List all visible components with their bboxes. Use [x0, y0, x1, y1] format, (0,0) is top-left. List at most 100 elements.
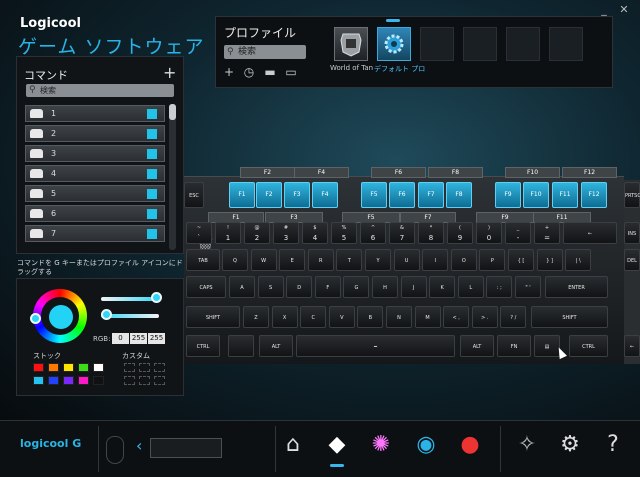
rgb-g-field[interactable]: 255 [130, 333, 147, 344]
letter-key[interactable]: W [250, 249, 277, 271]
letter-key[interactable]: K [429, 276, 456, 298]
profile-slot-world-of-tanks[interactable] [334, 27, 368, 61]
stock-swatch[interactable] [78, 376, 89, 385]
ins-key[interactable]: INS [624, 222, 640, 244]
g-key-8[interactable]: F8 [446, 182, 472, 208]
g-key-6[interactable]: F6 [389, 182, 415, 208]
clock-icon[interactable]: ◷ [242, 65, 256, 79]
letter-key[interactable]: Z [243, 306, 269, 328]
letter-key[interactable]: Y [365, 249, 391, 271]
rgb-r-field[interactable]: 0 [112, 333, 129, 344]
g-key-icon[interactable]: ◆ [320, 430, 354, 460]
command-item[interactable]: 7 [25, 225, 165, 242]
heatmap-icon[interactable]: ● [453, 430, 487, 460]
letter-key[interactable]: S [257, 276, 284, 298]
letter-key[interactable]: " ' [515, 276, 541, 298]
profile-slot-empty-3[interactable] [506, 27, 540, 61]
custom-swatch[interactable] [124, 363, 135, 372]
stock-swatch[interactable] [48, 363, 59, 372]
add-command-button[interactable]: + [163, 63, 176, 82]
custom-swatch[interactable] [154, 376, 165, 385]
stock-swatch[interactable] [93, 376, 104, 385]
esc-key[interactable]: ESC [184, 182, 204, 208]
profile-slot-default[interactable] [377, 27, 411, 61]
number-key[interactable]: $4 [302, 222, 328, 244]
custom-swatch[interactable] [154, 363, 165, 372]
letter-key[interactable]: P [479, 249, 506, 271]
letter-key[interactable]: < , [443, 306, 470, 328]
stock-swatch[interactable] [33, 376, 44, 385]
g-key-11[interactable]: F11 [552, 182, 578, 208]
letter-key[interactable]: C [300, 306, 327, 328]
chevron-left-icon[interactable]: ‹ [136, 436, 142, 455]
profile-search-input[interactable]: ⚲ 検索 [224, 45, 306, 59]
command-item[interactable]: 6 [25, 205, 165, 222]
g-key-5[interactable]: F5 [361, 182, 387, 208]
stock-swatch[interactable] [63, 363, 74, 372]
letter-key[interactable]: { [ [508, 249, 534, 271]
profile-slot-empty-1[interactable] [420, 27, 454, 61]
g-key-9[interactable]: F9 [495, 182, 521, 208]
g-key-4[interactable]: F4 [312, 182, 338, 208]
letter-key[interactable]: L [457, 276, 484, 298]
number-key[interactable]: _ - [505, 222, 531, 244]
letter-key[interactable]: B [357, 306, 384, 328]
command-scrollbar[interactable] [169, 104, 176, 250]
ctrl-key[interactable]: CTRL [186, 335, 220, 357]
letter-key[interactable]: M [414, 306, 441, 328]
g-key-12[interactable]: F12 [581, 182, 607, 208]
number-key[interactable]: (9 [447, 222, 473, 244]
letter-key[interactable]: U [393, 249, 420, 271]
letter-key[interactable]: I [422, 249, 449, 271]
del-key[interactable]: DEL [624, 249, 640, 271]
command-item[interactable]: 1 [25, 105, 165, 122]
number-key[interactable]: % 5 [331, 222, 357, 244]
caps-key[interactable]: CAPS [186, 276, 226, 298]
prtsc-key[interactable]: PRTSC [624, 182, 640, 208]
number-key[interactable]: @2 [244, 222, 270, 244]
letter-key[interactable]: ? / [500, 306, 527, 328]
profile-slot-empty-2[interactable] [463, 27, 497, 61]
letter-key[interactable]: D [286, 276, 313, 298]
letter-key[interactable]: R [307, 249, 334, 271]
home-icon[interactable]: ⌂ [276, 430, 310, 460]
g-key-1[interactable]: F1 [229, 182, 255, 208]
gear-icon[interactable]: ⚙ [553, 430, 587, 460]
number-key[interactable]: ^ 6 [360, 222, 386, 244]
number-key[interactable]: & 7 [389, 222, 415, 244]
profile-slot-empty-4[interactable] [549, 27, 583, 61]
stock-swatch[interactable] [78, 363, 89, 372]
keypress-icon[interactable]: ◉ [409, 430, 443, 460]
enter-key[interactable]: ENTER [545, 276, 608, 298]
left-arrow-key[interactable]: ← [624, 335, 640, 357]
g-key-7[interactable]: F7 [418, 182, 444, 208]
hue-handle[interactable] [30, 313, 41, 324]
letter-key[interactable]: : ; [486, 276, 513, 298]
folder-icon[interactable]: ▬ [263, 65, 277, 79]
brightness-handle[interactable] [101, 309, 112, 320]
letter-key[interactable]: > . [471, 306, 498, 328]
custom-swatch[interactable] [139, 376, 150, 385]
number-key[interactable]: #3 [273, 222, 299, 244]
number-key[interactable]: ~ ` [186, 222, 212, 244]
letter-key[interactable]: | \ [565, 249, 592, 271]
letter-key[interactable]: X [271, 306, 298, 328]
number-key[interactable]: * 8 [418, 222, 444, 244]
stock-swatch[interactable] [93, 363, 104, 372]
letter-key[interactable]: H [372, 276, 398, 298]
right-ctrl-key[interactable]: CTRL [569, 335, 608, 357]
left-shift-key[interactable]: SHIFT [186, 306, 240, 328]
custom-swatch[interactable] [139, 363, 150, 372]
command-item[interactable]: 2 [25, 125, 165, 142]
command-scroll-thumb[interactable] [169, 104, 176, 120]
altgr-key[interactable]: ALT [460, 335, 494, 357]
alt-key[interactable]: ALT [259, 335, 293, 357]
number-key[interactable]: ! 1 [215, 222, 241, 244]
g-key-2[interactable]: F2 [256, 182, 282, 208]
keyboard-device-icon[interactable] [150, 438, 222, 458]
letter-key[interactable]: G [343, 276, 370, 298]
right-shift-key[interactable]: SHIFT [531, 306, 608, 328]
add-profile-icon[interactable]: + [222, 65, 236, 79]
stock-swatch[interactable] [48, 376, 59, 385]
rgb-b-field[interactable]: 255 [148, 333, 165, 344]
